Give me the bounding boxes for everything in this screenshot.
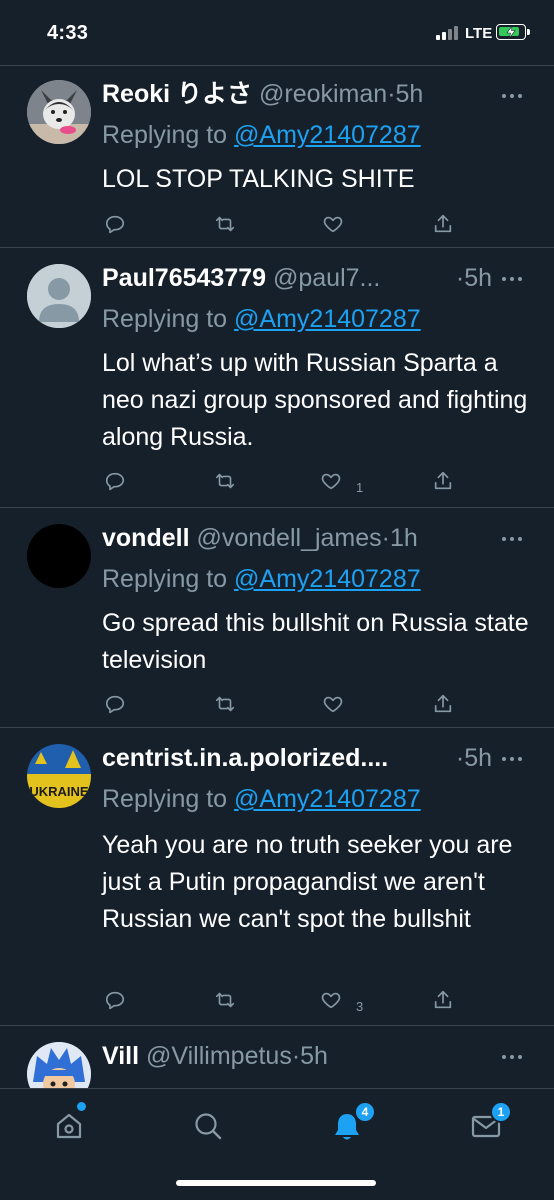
- like-count: 3: [356, 999, 364, 1014]
- display-name[interactable]: vondell: [102, 524, 190, 552]
- messages-badge: 1: [490, 1101, 512, 1123]
- replying-to: Replying to @Amy21407287: [102, 305, 421, 333]
- avatar[interactable]: UKRAINE: [27, 744, 91, 808]
- tweet[interactable]: UKRAINE centrist.in.a.polorized.... ·5h …: [0, 728, 554, 1026]
- like-count: 1: [356, 480, 364, 495]
- tweet[interactable]: vondell @vondell_james·1h Replying to @A…: [0, 508, 554, 728]
- mention-link[interactable]: @Amy21407287: [234, 565, 421, 593]
- handle[interactable]: @vondell_james: [196, 524, 381, 552]
- tweet-text: Yeah you are no truth seeker you are jus…: [102, 831, 513, 933]
- retweet-icon[interactable]: [214, 989, 240, 1015]
- like-icon[interactable]: [320, 470, 346, 496]
- signal-icon: [436, 26, 458, 40]
- tweet-header: Reoki りよさ @reokiman·5h: [102, 80, 424, 108]
- timestamp[interactable]: ·5h: [456, 742, 492, 774]
- tweet-text: LOL STOP TALKING SHITE: [102, 165, 415, 193]
- share-icon[interactable]: [432, 213, 458, 239]
- replying-to: Replying to @Amy21407287: [102, 785, 421, 813]
- tweet-actions: [102, 213, 462, 239]
- tweet-actions: 3: [102, 989, 462, 1015]
- share-icon[interactable]: [432, 989, 458, 1015]
- tweet-actions: [102, 693, 462, 719]
- reply-icon[interactable]: [104, 693, 130, 719]
- tweet-text: Go spread this bullshit on Russia state …: [102, 609, 529, 674]
- share-icon[interactable]: [432, 693, 458, 719]
- like-icon[interactable]: [322, 213, 348, 239]
- notifications-badge: 4: [354, 1101, 376, 1123]
- mention-link[interactable]: @Amy21407287: [234, 785, 421, 813]
- handle[interactable]: @paul7...: [273, 264, 380, 292]
- mention-link[interactable]: @Amy21407287: [234, 121, 421, 149]
- more-options-icon[interactable]: [502, 91, 526, 101]
- tweet-text: Lol what’s up with Russian Sparta a neo …: [102, 349, 528, 451]
- home-icon: [56, 1113, 82, 1139]
- search-tab[interactable]: [191, 1109, 225, 1143]
- display-name[interactable]: Paul76543779: [102, 264, 266, 292]
- reply-icon[interactable]: [104, 989, 130, 1015]
- home-tab[interactable]: [52, 1109, 86, 1143]
- handle[interactable]: @Villimpetus: [146, 1042, 292, 1070]
- reply-icon[interactable]: [104, 470, 130, 496]
- timestamp[interactable]: 5h: [300, 1042, 328, 1070]
- display-name[interactable]: Reoki りよさ: [102, 80, 252, 108]
- replying-to: Replying to @Amy21407287: [102, 121, 421, 149]
- display-name[interactable]: Vill: [102, 1042, 139, 1070]
- replying-to: Replying to @Amy21407287: [102, 565, 421, 593]
- tweet-header: centrist.in.a.polorized....: [102, 742, 434, 774]
- timestamp[interactable]: 5h: [396, 80, 424, 108]
- network-label: LTE: [465, 25, 493, 42]
- more-options-icon[interactable]: [502, 1052, 526, 1062]
- search-icon: [195, 1113, 222, 1140]
- status-time: 4:33: [47, 22, 89, 44]
- reply-icon[interactable]: [104, 213, 130, 239]
- avatar[interactable]: [27, 524, 91, 588]
- battery-icon: [496, 24, 530, 40]
- retweet-icon[interactable]: [214, 693, 240, 719]
- home-unread-dot: [77, 1102, 86, 1111]
- tweet-header: vondell @vondell_james·1h: [102, 524, 418, 552]
- retweet-icon[interactable]: [214, 470, 240, 496]
- like-icon[interactable]: [322, 693, 348, 719]
- mention-link[interactable]: @Amy21407287: [234, 305, 421, 333]
- tweet-header: Paul76543779 @paul7...: [102, 262, 434, 294]
- timestamp[interactable]: 1h: [390, 524, 418, 552]
- tweet[interactable]: Vill @Villimpetus·5h: [0, 1026, 554, 1088]
- share-icon[interactable]: [432, 470, 458, 496]
- more-options-icon[interactable]: [502, 534, 526, 544]
- timestamp[interactable]: ·5h: [456, 262, 492, 294]
- avatar[interactable]: [27, 1042, 91, 1088]
- tweet-header: Vill @Villimpetus·5h: [102, 1042, 328, 1070]
- tweet[interactable]: Paul76543779 @paul7... ·5h Replying to @…: [0, 248, 554, 508]
- avatar[interactable]: [27, 80, 91, 144]
- display-name[interactable]: centrist.in.a.polorized....: [102, 744, 388, 772]
- tweet-actions: 1: [102, 470, 462, 496]
- handle[interactable]: @reokiman: [259, 80, 387, 108]
- more-options-icon[interactable]: [502, 754, 526, 764]
- retweet-icon[interactable]: [214, 213, 240, 239]
- home-indicator[interactable]: [176, 1180, 376, 1186]
- avatar-text: UKRAINE: [29, 784, 89, 799]
- tweet[interactable]: Reoki りよさ @reokiman·5h Replying to @Amy2…: [0, 66, 554, 248]
- status-bar: 4:33 LTE: [0, 0, 554, 66]
- like-icon[interactable]: [320, 989, 346, 1015]
- more-options-icon[interactable]: [502, 274, 526, 284]
- avatar[interactable]: [27, 264, 91, 328]
